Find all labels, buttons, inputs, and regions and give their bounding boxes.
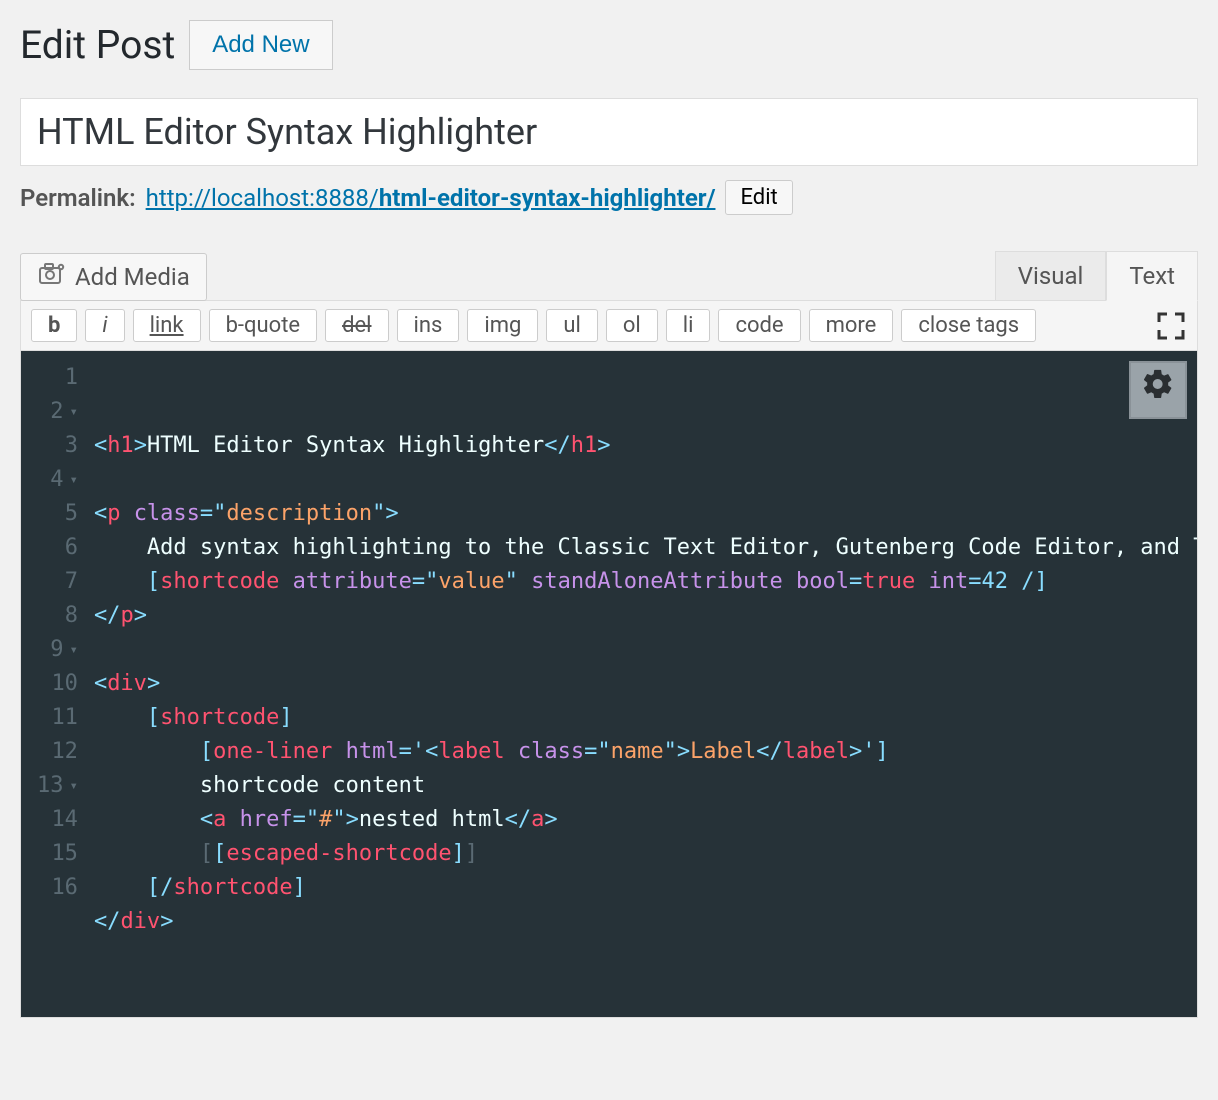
- code-content[interactable]: <h1>HTML Editor Syntax Highlighter</h1><…: [88, 351, 1197, 1017]
- fullscreen-icon[interactable]: [1155, 310, 1187, 342]
- line-number: 2: [37, 395, 78, 429]
- tab-text[interactable]: Text: [1106, 251, 1198, 301]
- page-header: Edit Post Add New: [20, 20, 1198, 70]
- line-number: 7: [37, 565, 78, 599]
- editor-tabs: Visual Text: [995, 251, 1198, 301]
- toolbar-bquote-button[interactable]: b-quote: [209, 309, 317, 342]
- toolbar-img-button[interactable]: img: [467, 309, 538, 342]
- line-number: 8: [37, 599, 78, 633]
- line-number: 6: [37, 531, 78, 565]
- permalink-base: http://localhost:8888/: [146, 184, 379, 212]
- line-number: 3: [37, 429, 78, 463]
- line-number: 4: [37, 463, 78, 497]
- toolbar-buttons: b i link b-quote del ins img ul ol li co…: [31, 309, 1036, 342]
- editor-settings-button[interactable]: [1129, 361, 1187, 419]
- line-number: 15: [37, 837, 78, 871]
- permalink-label: Permalink:: [20, 184, 136, 212]
- permalink-slug: html-editor-syntax-highlighter/: [379, 184, 716, 212]
- toolbar-li-button[interactable]: li: [666, 309, 711, 342]
- line-number: 14: [37, 803, 78, 837]
- post-title-input[interactable]: [20, 98, 1198, 166]
- line-number: 10: [37, 667, 78, 701]
- text-editor-toolbar: b i link b-quote del ins img ul ol li co…: [20, 300, 1198, 351]
- page-title: Edit Post: [20, 22, 175, 68]
- toolbar-close-tags-button[interactable]: close tags: [901, 309, 1036, 342]
- code-editor[interactable]: 1 2 3 4 5 6 7 8 9 10 11 12 13 14 15 16 <…: [20, 351, 1198, 1018]
- toolbar-ol-button[interactable]: ol: [606, 309, 658, 342]
- toolbar-del-button[interactable]: del: [325, 309, 388, 342]
- media-tabs-row: Add Media Visual Text: [20, 251, 1198, 301]
- gear-icon: [1141, 367, 1175, 412]
- permalink-row: Permalink: http://localhost:8888/html-ed…: [20, 180, 1198, 215]
- toolbar-more-button[interactable]: more: [809, 309, 894, 342]
- toolbar-ul-button[interactable]: ul: [546, 309, 597, 342]
- toolbar-ins-button[interactable]: ins: [397, 309, 460, 342]
- toolbar-link-button[interactable]: link: [133, 309, 201, 342]
- add-media-button[interactable]: Add Media: [20, 253, 207, 301]
- line-number: 1: [37, 361, 78, 395]
- line-number: 11: [37, 701, 78, 735]
- camera-icon: [37, 262, 65, 292]
- line-number: 13: [37, 769, 78, 803]
- permalink-link[interactable]: http://localhost:8888/html-editor-syntax…: [146, 184, 716, 212]
- line-number: 5: [37, 497, 78, 531]
- toolbar-italic-button[interactable]: i: [85, 309, 124, 342]
- add-new-button[interactable]: Add New: [189, 20, 332, 70]
- toolbar-bold-button[interactable]: b: [31, 309, 77, 342]
- toolbar-code-button[interactable]: code: [718, 309, 800, 342]
- tab-visual[interactable]: Visual: [995, 251, 1107, 301]
- add-media-label: Add Media: [75, 263, 190, 291]
- line-number: 16: [37, 871, 78, 905]
- line-number: 12: [37, 735, 78, 769]
- edit-permalink-button[interactable]: Edit: [725, 180, 792, 215]
- line-number: 9: [37, 633, 78, 667]
- line-number-gutter: 1 2 3 4 5 6 7 8 9 10 11 12 13 14 15 16: [21, 351, 88, 1017]
